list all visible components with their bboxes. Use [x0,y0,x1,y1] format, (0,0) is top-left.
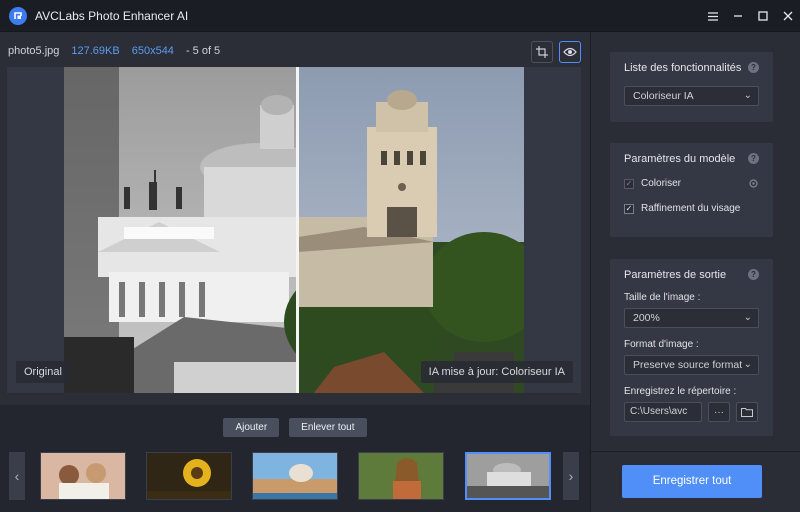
add-button[interactable]: Ajouter [223,418,280,437]
feature-select[interactable]: Coloriseur IA ⌄ [624,86,759,106]
help-icon[interactable]: ? [748,62,759,73]
thumbnail-2[interactable] [146,452,232,500]
eye-icon [563,47,577,57]
prev-thumb-button[interactable]: ‹ [9,452,25,500]
image-size-select[interactable]: 200% ⌄ [624,308,759,328]
model-card: Paramètres du modèle ? ✓ Coloriser ✓ Raf… [610,143,773,237]
preview-pane: Original IA mise à jour: Coloriseur IA [7,67,581,393]
compare-view-button[interactable] [559,41,581,63]
help-icon[interactable]: ? [748,269,759,280]
chevron-left-icon: ‹ [14,468,20,484]
thumbnail-4[interactable] [358,452,444,500]
more-icon: ··· [714,406,724,418]
save-directory-label: Enregistrez le répertoire : [624,386,737,397]
remove-all-button[interactable]: Enlever tout [289,418,367,437]
thumbnail-5[interactable] [465,452,551,500]
comparison-image[interactable] [64,67,524,393]
save-footer: Enregistrer tout [591,451,800,512]
close-icon[interactable] [775,0,800,32]
model-title: Paramètres du modèle [624,153,736,165]
thumbnail-1[interactable] [40,452,126,500]
features-title: Liste des fonctionnalités [624,62,742,74]
image-size-label: Taille de l'image : [624,292,701,303]
chevron-down-icon: ⌄ [743,90,752,101]
queue-area: Ajouter Enlever tout ‹ › [0,405,590,512]
chevron-down-icon: ⌄ [741,356,752,374]
maximize-icon[interactable] [750,0,775,32]
face-refinement-option[interactable]: ✓ Raffinement du visage [624,203,740,214]
settings-panel: Liste des fonctionnalités ? Coloriseur I… [590,32,800,512]
thumbnail-strip: ‹ › [0,448,590,506]
title-bar: AVCLabs Photo Enhancer AI [0,0,800,32]
file-dimensions: 650x544 [131,45,174,57]
output-card: Paramètres de sortie ? Taille de l'image… [610,259,773,436]
app-title: AVCLabs Photo Enhancer AI [35,8,189,23]
settings-gear-icon[interactable] [748,178,759,192]
next-thumb-button[interactable]: › [563,452,579,500]
image-format-select[interactable]: Preserve source format ⌄ [624,355,759,375]
open-folder-button[interactable] [736,402,758,422]
crop-button[interactable] [531,41,553,63]
processed-label: IA mise à jour: Coloriseur IA [420,361,573,383]
browse-dots-button[interactable]: ··· [708,402,730,422]
original-label: Original [16,361,70,383]
file-info-bar: photo5.jpg 127.69KB 650x544 - 5 of 5 [8,45,220,57]
checkbox-checked-icon[interactable]: ✓ [624,203,634,214]
colorize-option[interactable]: ✓ Coloriser [624,178,681,189]
minimize-icon[interactable] [725,0,750,32]
file-name: photo5.jpg [8,45,60,57]
chevron-down-icon: ⌄ [743,312,752,323]
save-directory-input[interactable]: C:\Users\avc [624,402,702,422]
image-format-label: Format d'image : [624,339,699,350]
thumbnail-3[interactable] [252,452,338,500]
file-size: 127.69KB [71,45,120,57]
output-title: Paramètres de sortie [624,269,727,281]
features-card: Liste des fonctionnalités ? Coloriseur I… [610,52,773,122]
save-all-button[interactable]: Enregistrer tout [622,465,762,498]
menu-icon[interactable] [700,0,725,32]
folder-icon [741,408,753,417]
checkbox-checked-icon[interactable]: ✓ [624,178,634,189]
chevron-right-icon: › [568,468,574,484]
crop-icon [536,46,548,58]
file-counter: - 5 of 5 [185,45,221,57]
app-logo-icon [9,6,27,25]
workspace: photo5.jpg 127.69KB 650x544 - 5 of 5 Ori… [0,32,590,512]
help-icon[interactable]: ? [748,153,759,164]
